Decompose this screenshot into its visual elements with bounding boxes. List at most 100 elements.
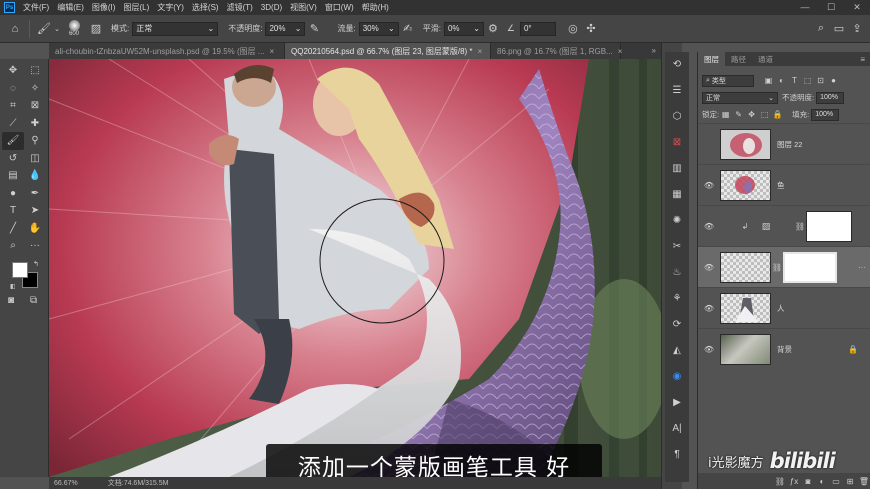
menu-type[interactable]: 文字(Y) [157,2,184,13]
panel-menu-icon[interactable]: ≡ [860,55,865,64]
more-tools-icon[interactable]: ··· [24,237,46,255]
layer-opacity-field[interactable]: 100% [816,91,845,104]
eyedropper-tool-icon[interactable]: ⟋ [2,115,24,133]
eye-icon[interactable]: 👁 [698,181,720,190]
clone-source-icon[interactable]: ⚘ [665,288,689,308]
zoom-tool-icon[interactable]: ⌕ [2,237,24,255]
menu-file[interactable]: 文件(F) [23,2,49,13]
add-mask-icon[interactable]: ◙ [801,477,815,486]
menu-3d[interactable]: 3D(D) [261,3,282,12]
swatches-icon[interactable]: ▦ [665,184,689,204]
gradient-tool-icon[interactable]: ▤ [2,167,24,185]
filter-smart-object-icon[interactable]: ⊡ [814,76,827,85]
blur-tool-icon[interactable]: 💧 [24,167,46,185]
link-icon[interactable]: ⛓ [771,263,783,272]
frame-tool-icon[interactable]: ⊠ [24,97,46,115]
layer-mask-thumbnail[interactable] [806,210,852,242]
new-adjustment-icon[interactable]: ◐ [815,477,829,486]
eye-icon[interactable]: 👁 [698,345,720,354]
smoothing-field[interactable]: 0% ⌄ [443,21,484,36]
lock-all-icon[interactable]: 🔒 [771,110,784,119]
tab-channels[interactable]: 通道 [752,52,779,66]
fill-field[interactable]: 100% [811,108,840,121]
eye-icon[interactable]: 👁 [698,263,720,272]
tool-presets-icon[interactable]: ⊠ [665,132,689,152]
history-icon[interactable]: ⟲ [665,54,689,74]
new-group-icon[interactable]: ▭ [829,477,843,486]
search-icon[interactable]: ⌕ [812,20,830,38]
maximize-button[interactable]: ☐ [818,2,844,13]
trash-icon[interactable]: 🗑 [857,477,870,486]
symmetry-icon[interactable]: ✣ [582,20,600,38]
airbrush-icon[interactable]: ✍ [399,20,417,38]
lasso-tool-icon[interactable]: ◌ [2,80,24,98]
menu-help[interactable]: 帮助(H) [362,2,389,13]
document-canvas[interactable] [49,59,661,477]
brush-settings-icon[interactable]: ▨ [87,20,105,38]
navigator-icon[interactable]: ◉ [665,366,689,386]
pen-tool-icon[interactable]: ✒ [24,185,46,203]
angle-field[interactable]: 0° [519,21,556,36]
minimize-button[interactable]: — [792,2,818,13]
close-icon[interactable]: × [478,47,483,56]
close-button[interactable]: ✕ [844,2,870,13]
healing-brush-tool-icon[interactable]: ✚ [24,115,46,133]
menu-window[interactable]: 窗口(W) [325,2,354,13]
type-tool-icon[interactable]: T [2,202,24,220]
tab-document-2[interactable]: QQ20210564.psd @ 66.7% (图层 23, 图层蒙版/8) *… [285,43,491,59]
quick-mask-icon[interactable]: ◙ [8,295,14,306]
menu-filter[interactable]: 滤镜(T) [227,2,253,13]
filter-shape-icon[interactable]: ⬚ [801,76,814,85]
eye-icon[interactable]: 👁 [698,304,720,313]
clone-stamp-tool-icon[interactable]: ⚲ [24,132,46,150]
eye-icon[interactable]: 👁 [698,222,720,231]
brush-tool-icon[interactable]: 🖌 [2,132,24,150]
history-brush-tool-icon[interactable]: ↺ [2,150,24,168]
brush-settings-icon[interactable]: ♨ [665,262,689,282]
path-selection-tool-icon[interactable]: ➤ [24,202,46,220]
lock-artboard-icon[interactable]: ⬚ [758,110,771,119]
marquee-tool-icon[interactable]: ⬚ [24,62,46,80]
move-tool-icon[interactable]: ✥ [2,62,24,80]
layer-row-background[interactable]: 👁 背景 🔒 [698,328,870,369]
layer-row-fish[interactable]: 👁 鱼 [698,164,870,205]
chevron-down-icon[interactable]: ⌄ [53,20,61,38]
tabs-overflow-icon[interactable]: » [647,43,661,59]
character-icon[interactable]: A| [665,418,689,438]
paragraph-icon[interactable]: ¶ [665,444,689,464]
menu-layer[interactable]: 图层(L) [123,2,149,13]
layer-mask-thumbnail[interactable] [783,251,837,283]
menu-edit[interactable]: 编辑(E) [57,2,84,13]
filter-toggle-icon[interactable]: ● [827,76,840,85]
tab-document-1[interactable]: ali-choubin-tZnbzaUW52M-unsplash.psd @ 1… [49,43,285,59]
lock-image-icon[interactable]: ✎ [732,110,745,119]
layer-row-person[interactable]: 👁 人 [698,287,870,328]
blend-mode-select[interactable]: 正常 ⌄ [702,91,778,104]
share-icon[interactable]: ⇪ [848,20,866,38]
gradients-icon[interactable]: ▥ [665,158,689,178]
menu-image[interactable]: 图像(I) [92,2,116,13]
close-icon[interactable]: × [618,47,623,56]
layer-row-adjustment[interactable]: 👁 ↲ ▨ ⛓ [698,205,870,246]
brushes-icon[interactable]: ✺ [665,210,689,230]
link-layers-icon[interactable]: ⛓ [773,477,787,486]
home-icon[interactable]: ⌂ [6,20,24,38]
layer-row-selected[interactable]: 👁 ⛓ ··· [698,246,870,287]
default-colors-icon[interactable]: ◧ [10,283,16,290]
layer-style-icon[interactable]: ƒx [787,477,801,486]
gear-icon[interactable]: ⚙ [484,20,502,38]
crop-tool-icon[interactable]: ⌗ [2,97,24,115]
menu-view[interactable]: 视图(V) [290,2,317,13]
opacity-field[interactable]: 20% ⌄ [265,21,306,36]
mode-select[interactable]: 正常 ⌄ [132,21,219,36]
swap-colors-icon[interactable]: ↰ [33,260,39,268]
pressure-opacity-icon[interactable]: ✎ [305,20,323,38]
screen-mode-icon[interactable]: ⧉ [30,295,37,306]
filter-adjustment-icon[interactable]: ◐ [775,76,788,85]
histogram-icon[interactable]: ◭ [665,340,689,360]
play-icon[interactable]: ▶ [665,392,689,412]
tab-layers[interactable]: 图层 [698,52,725,66]
lock-position-icon[interactable]: ✥ [745,110,758,119]
link-icon[interactable]: ⛓ [794,222,806,231]
adjustments-icon[interactable]: ☰ [665,80,689,100]
